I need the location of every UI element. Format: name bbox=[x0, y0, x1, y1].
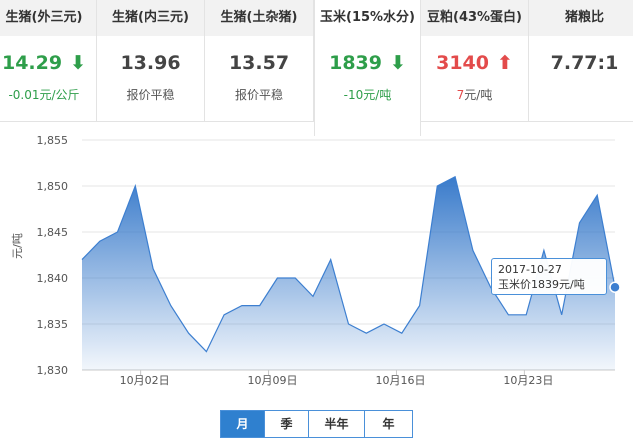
price-cards: 生猪(外三元) 14.29 ⬇ -0.01元/公斤 生猪(内三元) 13.96 报… bbox=[0, 0, 633, 136]
card-change: 7元/吨 bbox=[421, 86, 528, 103]
data-point[interactable] bbox=[594, 192, 600, 198]
data-point[interactable] bbox=[221, 312, 227, 318]
card-value: 1839 ⬇ bbox=[315, 52, 420, 74]
tooltip-date: 2017-10-27 bbox=[498, 263, 562, 276]
card-title: 生猪(外三元) bbox=[0, 0, 96, 36]
data-point[interactable] bbox=[541, 247, 547, 253]
card-value: 14.29 ⬇ bbox=[0, 52, 96, 74]
data-point[interactable] bbox=[523, 312, 529, 318]
card-value: 7.77:1 bbox=[529, 52, 633, 74]
data-point[interactable] bbox=[417, 303, 423, 309]
range-year-button[interactable]: 年 bbox=[364, 410, 413, 438]
card-value: 3140 ⬆ bbox=[421, 52, 528, 74]
data-point[interactable] bbox=[399, 330, 405, 336]
y-axis-label: 元/吨 bbox=[11, 233, 24, 259]
card-pig-grain-ratio[interactable]: 猪粮比 7.77:1 bbox=[529, 0, 633, 122]
down-arrow-icon: ⬇ bbox=[389, 52, 406, 74]
card-change: -0.01元/公斤 bbox=[8, 88, 80, 102]
data-point[interactable] bbox=[576, 220, 582, 226]
data-point[interactable] bbox=[186, 330, 192, 336]
data-point[interactable] bbox=[257, 303, 263, 309]
x-tick-label: 10月16日 bbox=[375, 374, 425, 387]
up-arrow-icon: ⬆ bbox=[496, 52, 513, 74]
card-soymeal[interactable]: 豆粕(43%蛋白) 3140 ⬆ 7元/吨 bbox=[421, 0, 529, 122]
data-point[interactable] bbox=[310, 293, 316, 299]
card-value: 13.96 bbox=[97, 52, 204, 74]
range-month-button[interactable]: 月 bbox=[220, 410, 265, 438]
range-selector: 月 季 半年 年 bbox=[220, 410, 413, 438]
card-title: 玉米(15%水分) bbox=[315, 0, 420, 36]
data-point[interactable] bbox=[79, 257, 85, 263]
card-value: 13.57 bbox=[205, 52, 313, 74]
card-title: 豆粕(43%蛋白) bbox=[421, 0, 528, 36]
data-point[interactable] bbox=[434, 183, 440, 189]
card-value-number: 14.29 bbox=[1, 52, 63, 74]
card-value-number: 13.96 bbox=[120, 52, 181, 74]
card-title: 猪粮比 bbox=[529, 0, 633, 36]
data-point[interactable] bbox=[381, 321, 387, 327]
y-axis: 1,830 1,835 1,840 1,845 1,850 1,855 bbox=[37, 134, 69, 377]
card-change-unit: 元/吨 bbox=[464, 88, 493, 102]
data-point[interactable] bbox=[452, 174, 458, 180]
data-point[interactable] bbox=[239, 303, 245, 309]
y-tick-label: 1,840 bbox=[37, 272, 69, 285]
data-point[interactable] bbox=[150, 266, 156, 272]
range-halfyear-button[interactable]: 半年 bbox=[308, 410, 365, 438]
y-tick-label: 1,855 bbox=[37, 134, 69, 147]
tooltip-value: 玉米价1839元/吨 bbox=[498, 278, 585, 291]
data-point[interactable] bbox=[505, 312, 511, 318]
card-change: 报价平稳 bbox=[234, 88, 283, 102]
card-title: 生猪(土杂猪) bbox=[205, 0, 313, 36]
y-tick-label: 1,850 bbox=[37, 180, 69, 193]
y-tick-label: 1,845 bbox=[37, 226, 69, 239]
data-point[interactable] bbox=[328, 257, 334, 263]
chart-tooltip: 2017-10-27 玉米价1839元/吨 bbox=[491, 258, 607, 295]
y-tick-label: 1,835 bbox=[37, 318, 69, 331]
card-value-number: 13.57 bbox=[228, 52, 290, 74]
card-value-number: 7.77:1 bbox=[550, 52, 619, 74]
card-corn[interactable]: 玉米(15%水分) 1839 ⬇ -10元/吨 bbox=[314, 0, 421, 136]
data-point[interactable] bbox=[292, 275, 298, 281]
data-point[interactable] bbox=[559, 312, 565, 318]
data-point[interactable] bbox=[363, 330, 369, 336]
card-value-number: 3140 bbox=[436, 52, 489, 74]
data-point[interactable] bbox=[132, 183, 138, 189]
card-title: 生猪(内三元) bbox=[97, 0, 204, 36]
data-point[interactable] bbox=[203, 349, 209, 355]
data-point[interactable] bbox=[609, 281, 621, 293]
card-pig-outer[interactable]: 生猪(外三元) 14.29 ⬇ -0.01元/公斤 bbox=[0, 0, 97, 122]
x-tick-label: 10月02日 bbox=[120, 374, 170, 387]
x-axis: 10月02日 10月09日 10月16日 10月23日 bbox=[82, 369, 615, 387]
card-change: 报价平稳 bbox=[126, 88, 175, 102]
card-pig-local[interactable]: 生猪(土杂猪) 13.57 报价平稳 bbox=[205, 0, 314, 122]
card-change: -10元/吨 bbox=[343, 88, 392, 102]
y-tick-label: 1,830 bbox=[37, 364, 69, 377]
data-point[interactable] bbox=[274, 275, 280, 281]
data-point[interactable] bbox=[470, 247, 476, 253]
card-pig-inner[interactable]: 生猪(内三元) 13.96 报价平稳 bbox=[97, 0, 205, 122]
x-tick-label: 10月23日 bbox=[503, 374, 553, 387]
x-tick-label: 10月09日 bbox=[248, 374, 298, 387]
data-point[interactable] bbox=[346, 321, 352, 327]
card-value-number: 1839 bbox=[329, 52, 382, 74]
range-quarter-button[interactable]: 季 bbox=[264, 410, 309, 438]
down-arrow-icon: ⬇ bbox=[70, 52, 87, 74]
data-point[interactable] bbox=[168, 303, 174, 309]
data-point[interactable] bbox=[97, 238, 103, 244]
data-point[interactable] bbox=[115, 229, 121, 235]
